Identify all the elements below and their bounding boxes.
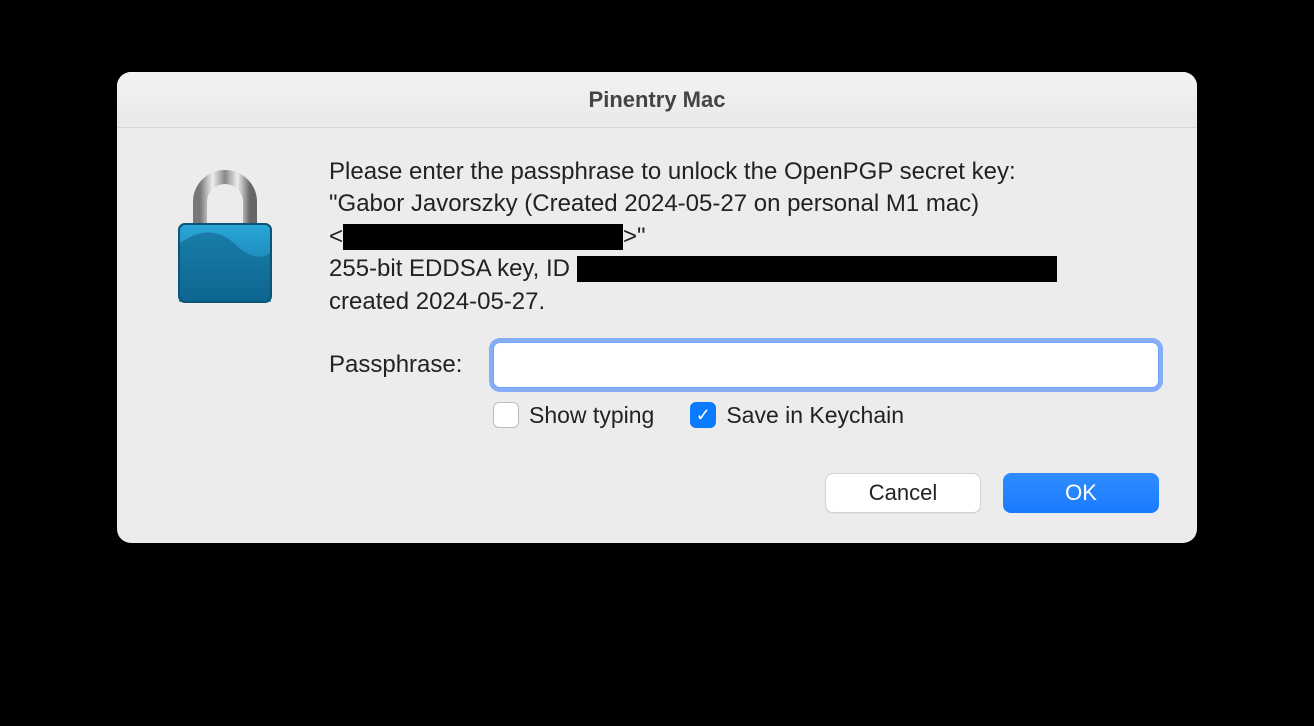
save-keychain-checkbox[interactable]: ✓ Save in Keychain: [690, 402, 904, 429]
prompt-line-3: 255-bit EDDSA key, ID: [329, 253, 1159, 285]
show-typing-checkbox[interactable]: Show typing: [493, 402, 654, 429]
pinentry-dialog: Pinentry Mac: [117, 72, 1197, 543]
redacted-key-id: [577, 256, 1057, 282]
lock-icon: [165, 160, 285, 310]
passphrase-input[interactable]: [493, 342, 1159, 388]
main-column: Please enter the passphrase to unlock th…: [329, 156, 1159, 429]
ok-button[interactable]: OK: [1003, 473, 1159, 513]
checkbox-icon: [493, 402, 519, 428]
prompt-text: Please enter the passphrase to unlock th…: [329, 156, 1159, 318]
passphrase-label: Passphrase:: [329, 351, 479, 379]
show-typing-label: Show typing: [529, 402, 654, 429]
prompt-line-4: created 2024-05-27.: [329, 286, 1159, 318]
checkbox-checked-icon: ✓: [690, 402, 716, 428]
icon-column: [155, 156, 295, 429]
prompt-line-2b: <>": [329, 221, 1159, 253]
passphrase-row: Passphrase:: [329, 342, 1159, 388]
button-row: Cancel OK: [117, 457, 1197, 543]
window-title: Pinentry Mac: [589, 87, 726, 113]
options-row: Show typing ✓ Save in Keychain: [493, 402, 1159, 429]
save-keychain-label: Save in Keychain: [726, 402, 904, 429]
redacted-email: [343, 224, 623, 250]
prompt-line-2a: "Gabor Javorszky (Created 2024-05-27 on …: [329, 188, 1159, 220]
cancel-button[interactable]: Cancel: [825, 473, 981, 513]
prompt-line-1: Please enter the passphrase to unlock th…: [329, 156, 1159, 188]
dialog-content: Please enter the passphrase to unlock th…: [117, 128, 1197, 457]
titlebar: Pinentry Mac: [117, 72, 1197, 128]
